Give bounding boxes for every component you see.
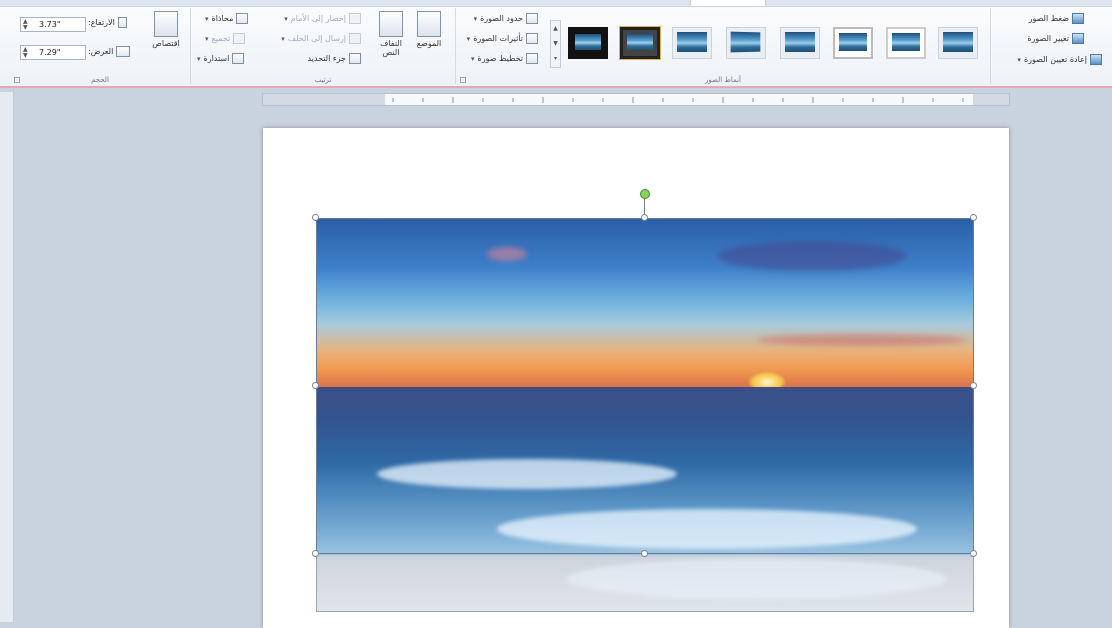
height-spinner[interactable]: ▲ ▼ 3.73" [20, 17, 86, 32]
crop-icon [154, 11, 178, 37]
dropdown-arrow-icon: ▾ [197, 54, 201, 63]
send-backward-button[interactable]: إرسال إلى الخلف ▾ [281, 33, 361, 44]
dropdown-arrow-icon: ▾ [281, 34, 285, 43]
size-dialog-launcher[interactable] [14, 77, 20, 83]
rotate-button[interactable]: استدارة ▾ [197, 53, 245, 64]
size-label: الحجم [91, 76, 109, 84]
styles-gallery-scroll[interactable]: ▲ ▼ ▾ [550, 20, 561, 68]
effects-icon [526, 33, 538, 44]
selection-pane-button[interactable]: جزء التحديد [307, 53, 361, 64]
resize-handle[interactable] [312, 382, 319, 389]
picture-style-thumb[interactable] [568, 27, 608, 59]
picture-style-thumb[interactable] [938, 27, 978, 59]
styles-dialog-launcher[interactable] [460, 77, 466, 83]
picture-style-thumb[interactable] [672, 27, 712, 59]
resize-handle[interactable] [312, 550, 319, 557]
change-picture-button[interactable]: تغيير الصورة [1027, 33, 1084, 44]
bring-forward-icon [349, 13, 361, 24]
dropdown-arrow-icon: ▾ [284, 14, 288, 23]
reset-picture-icon [1090, 54, 1102, 65]
width-spinner[interactable]: ▲ ▼ 7.29" [20, 45, 86, 60]
compress-icon [1072, 13, 1084, 24]
spinner-arrows-icon[interactable]: ▲ ▼ [23, 47, 28, 59]
height-icon [117, 17, 127, 28]
resize-handle[interactable] [970, 382, 977, 389]
group-icon [233, 33, 246, 44]
picture-style-thumb[interactable] [833, 27, 873, 59]
position-button[interactable]: الموضع [411, 11, 447, 48]
change-picture-icon [1072, 33, 1084, 44]
picture-styles-label: أنماط الصور [705, 76, 741, 84]
spinner-arrows-icon[interactable]: ▲ ▼ [23, 19, 28, 31]
width-label: العرض: [88, 46, 131, 57]
arrange-label: ترتيب [314, 76, 332, 84]
picture-effects-button[interactable]: تأثيرات الصورة ▾ [467, 33, 538, 44]
width-icon [116, 46, 131, 57]
ribbon: ضغط الصور تغيير الصورة إعادة تعيين الصور… [0, 0, 1112, 88]
resize-handle[interactable] [641, 550, 648, 557]
size-group: اقتصاص الارتفاع: ▲ ▼ 3.73" العرض: ▲ ▼ 7.29… [10, 8, 190, 84]
picture-style-thumb[interactable] [886, 27, 926, 59]
pen-icon [526, 13, 538, 24]
resize-handle[interactable] [970, 550, 977, 557]
bring-forward-button[interactable]: إحضار إلى الأمام ▾ [284, 13, 361, 24]
send-backward-icon [349, 33, 361, 44]
resize-handle[interactable] [312, 214, 319, 221]
layout-icon [526, 53, 538, 64]
picture-layout-button[interactable]: تخطيط صورة ▾ [471, 53, 538, 64]
reset-picture-button[interactable]: إعادة تعيين الصورة ▾ [1017, 54, 1102, 65]
ruler-ticks [263, 94, 1009, 105]
dropdown-arrow-icon: ▾ [1017, 55, 1021, 64]
align-icon [236, 13, 249, 24]
wrap-text-button[interactable]: التفاف النص [371, 11, 411, 57]
picture-styles-group: ▲ ▼ ▾ حدود الصورة ▾ تأثيرات الصورة ▾ تخطيط… [455, 8, 990, 84]
dropdown-arrow-icon: ▾ [205, 14, 209, 23]
picture-style-thumb[interactable] [726, 27, 766, 59]
resize-handle[interactable] [970, 214, 977, 221]
picture-border-button[interactable]: حدود الصورة ▾ [474, 13, 538, 24]
crop-button[interactable]: اقتصاص [146, 11, 186, 48]
rotate-handle[interactable] [640, 189, 650, 199]
selection-pane-icon [349, 53, 361, 64]
arrange-group: الموضع التفاف النص إحضار إلى الأمام ▾ إر… [190, 8, 455, 84]
adjust-group: ضغط الصور تغيير الصورة إعادة تعيين الصور… [990, 8, 1112, 84]
compress-pictures-button[interactable]: ضغط الصور [1029, 13, 1084, 24]
resize-handle[interactable] [641, 214, 648, 221]
group-button[interactable]: تجميع ▾ [205, 33, 246, 44]
horizontal-ruler[interactable] [262, 93, 1010, 106]
wrap-text-icon [379, 11, 403, 37]
ribbon-tab-strip [0, 0, 1112, 7]
dropdown-arrow-icon: ▾ [205, 34, 209, 43]
vertical-ruler[interactable] [0, 92, 14, 622]
dropdown-arrow-icon: ▾ [466, 34, 471, 43]
picture-style-thumb[interactable] [780, 27, 820, 59]
picture-style-thumb[interactable] [619, 26, 661, 60]
dropdown-arrow-icon: ▾ [471, 54, 475, 63]
rotate-icon [232, 53, 245, 64]
position-icon [417, 11, 441, 37]
align-button[interactable]: محاذاة ▾ [205, 13, 249, 24]
tab-picture-format[interactable] [690, 0, 766, 7]
dropdown-arrow-icon: ▾ [473, 14, 478, 23]
height-label: الارتفاع: [88, 17, 127, 28]
